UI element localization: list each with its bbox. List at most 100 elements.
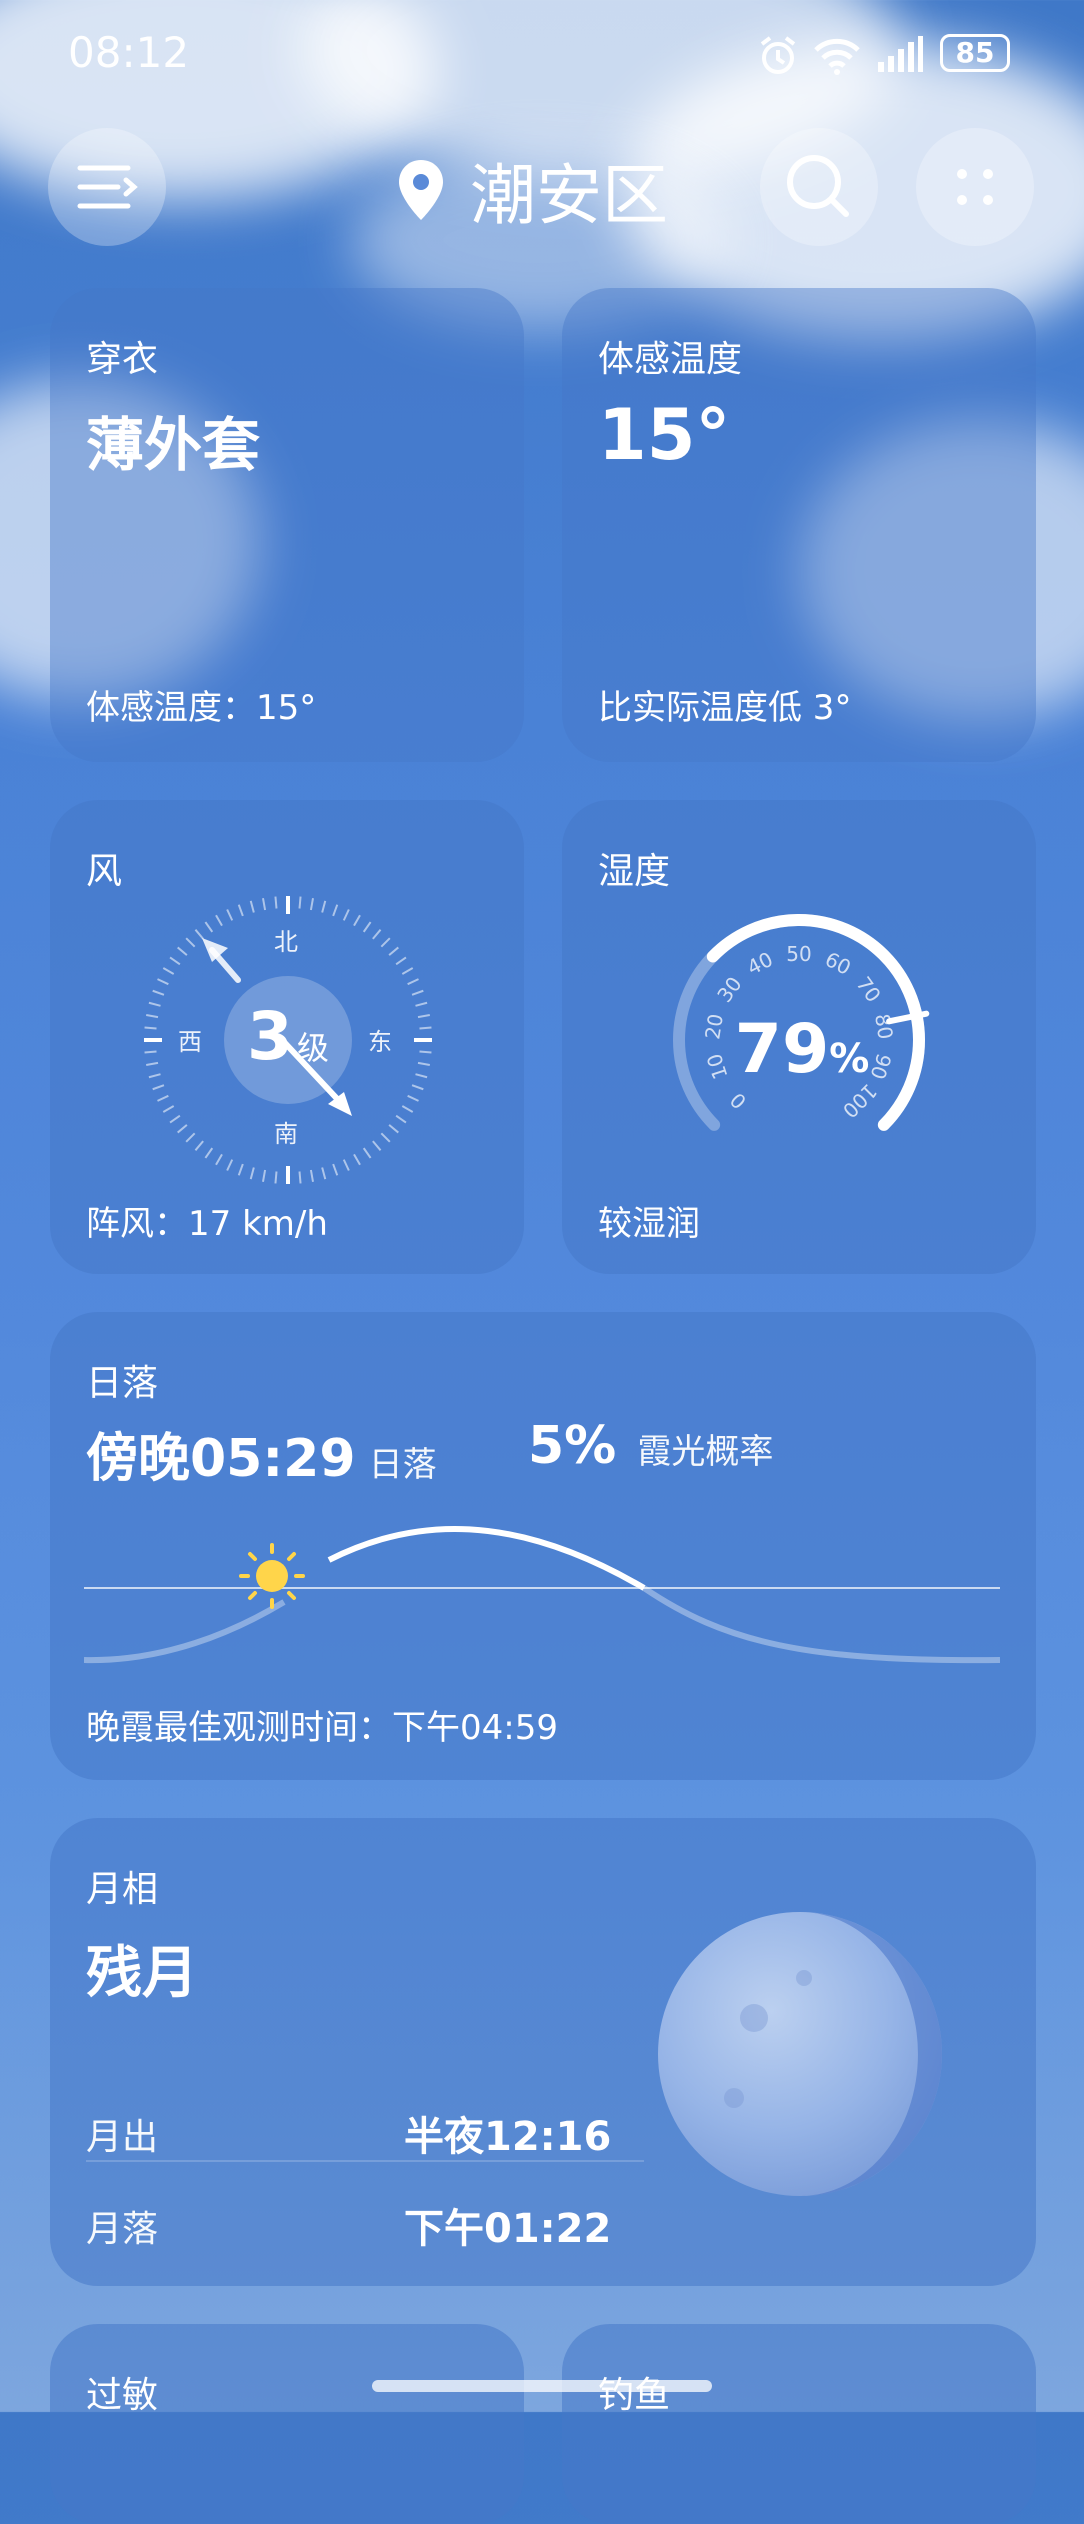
allergy-title: 过敏 <box>86 2375 159 2416</box>
clothing-card[interactable]: 穿衣 薄外套 体感温度：15° <box>50 288 524 762</box>
humidity-note: 较湿润 <box>598 1204 700 1244</box>
moon-card[interactable]: 月相 残月 月出 半夜12:16 月落 下午01:22 <box>50 1818 1036 2286</box>
sunset-time-label: 日落 <box>368 1445 437 1485</box>
wind-tick <box>407 1094 419 1102</box>
wind-tick <box>411 989 424 996</box>
wind-tick <box>185 1132 196 1143</box>
wind-east: 东 <box>368 1028 392 1056</box>
feels-like-note: 比实际温度低 3° <box>598 688 852 728</box>
status-bar: 08:12 85 <box>68 28 1024 88</box>
wind-gust: 阵风：17 km/h <box>86 1204 328 1244</box>
wind-tick <box>237 1163 244 1176</box>
moon-phase-icon <box>658 1912 942 2196</box>
wind-tick <box>262 1169 267 1182</box>
wind-tick <box>372 929 382 940</box>
wind-tick <box>215 1153 223 1166</box>
wind-tick <box>321 1167 327 1180</box>
wind-west: 西 <box>178 1028 202 1056</box>
wind-tick <box>407 978 419 986</box>
wind-tick <box>152 989 165 996</box>
fishing-title: 钓鱼 <box>598 2375 671 2416</box>
humidity-title: 湿度 <box>598 851 671 892</box>
wind-tick <box>353 1153 361 1166</box>
moonrise-time: 半夜12:16 <box>404 2114 612 2160</box>
more-button[interactable] <box>916 128 1034 246</box>
wind-tick <box>226 1159 234 1171</box>
search-button[interactable] <box>760 128 878 246</box>
feels-like-card[interactable]: 体感温度 15° 比实际温度低 3° <box>562 288 1036 762</box>
feels-like-value: 15° <box>598 394 731 476</box>
signal-icon <box>878 36 923 72</box>
wind-tick <box>157 978 169 986</box>
status-time: 08:12 <box>68 28 190 77</box>
wind-tick <box>419 1026 432 1030</box>
wind-tick <box>298 896 302 909</box>
wind-level-unit: 级 <box>296 1029 329 1067</box>
wind-tick <box>321 900 327 913</box>
wind-tick <box>395 1114 407 1124</box>
moon-phase: 残月 <box>86 1941 198 2006</box>
wind-tick <box>162 967 175 975</box>
sunset-title: 日落 <box>86 1363 159 1404</box>
wind-card[interactable]: 风 北 南 西 东 3级 阵风：17 km/h <box>50 800 524 1274</box>
wind-tick <box>362 921 372 933</box>
fishing-card[interactable]: 钓鱼 <box>562 2324 1036 2524</box>
wind-tick <box>419 1050 432 1054</box>
wind-tick <box>157 1094 169 1102</box>
wind-tick <box>401 1105 414 1113</box>
wind-south: 南 <box>274 1120 298 1148</box>
moonrise-label: 月出 <box>86 2117 159 2158</box>
sunset-time: 傍晚05:29 <box>86 1429 356 1489</box>
wind-tick <box>215 914 223 927</box>
humidity-tick-label: 0 <box>725 1088 751 1114</box>
wind-tick <box>146 1061 159 1066</box>
moonset-row: 月落 下午01:22 <box>86 2190 644 2252</box>
wind-level-value: 3 <box>247 998 293 1075</box>
home-indicator[interactable] <box>372 2380 712 2392</box>
wind-tick <box>274 896 278 909</box>
wind-tick <box>380 1132 391 1143</box>
sunset-prob: 5% <box>528 1416 617 1476</box>
humidity-card[interactable]: 湿度 0 10 20 30 40 50 60 70 80 90 100 79% 较湿润 <box>562 800 1036 1274</box>
sunset-prob-label: 霞光概率 <box>637 1432 774 1472</box>
wind-level: 3级 <box>238 998 338 1075</box>
wind-tick <box>169 1114 181 1124</box>
wind-tick <box>237 904 244 917</box>
wind-tick <box>152 1084 165 1091</box>
menu-button[interactable] <box>48 128 166 246</box>
wind-tick <box>274 1171 278 1184</box>
moonset-label: 月落 <box>86 2209 159 2250</box>
moon-title: 月相 <box>86 1869 159 1910</box>
menu-icon <box>77 165 138 209</box>
wind-tick <box>411 1084 424 1091</box>
humidity-tick-label: 60 <box>821 947 855 980</box>
wind-tick <box>144 1050 157 1054</box>
moonrise-row: 月出 半夜12:16 <box>86 2098 644 2162</box>
alarm-icon <box>760 36 796 74</box>
humidity-tick-label: 40 <box>743 947 777 980</box>
clothing-note: 体感温度：15° <box>86 688 317 728</box>
allergy-card[interactable]: 过敏 <box>50 2324 524 2524</box>
wind-tick <box>309 1169 314 1182</box>
sunset-card[interactable]: 日落 傍晚05:29 日落 5% 霞光概率 晚霞最佳观测时间：下午04:59 <box>50 1312 1036 1780</box>
sun-icon <box>239 1543 305 1609</box>
wind-tick <box>395 956 407 966</box>
wind-tick <box>162 1105 175 1113</box>
search-icon <box>787 155 849 217</box>
wind-tick <box>415 1001 428 1007</box>
location-title[interactable]: 潮安区 <box>396 140 668 240</box>
clothing-title: 穿衣 <box>86 339 159 380</box>
wind-tick <box>332 1163 339 1176</box>
wind-tick <box>194 1140 204 1151</box>
wind-tick <box>146 1014 159 1019</box>
wind-tick <box>148 1073 161 1079</box>
wind-tick <box>148 1001 161 1007</box>
humidity-unit: % <box>829 1036 870 1082</box>
wind-tick <box>185 937 196 948</box>
wind-tick <box>194 929 204 940</box>
sun-path-chart <box>84 1526 1001 1664</box>
humidity-value: 79% <box>662 1010 942 1089</box>
wind-tick <box>388 946 399 956</box>
wind-tick <box>388 1124 399 1134</box>
humidity-tick-label: 30 <box>712 972 746 1007</box>
